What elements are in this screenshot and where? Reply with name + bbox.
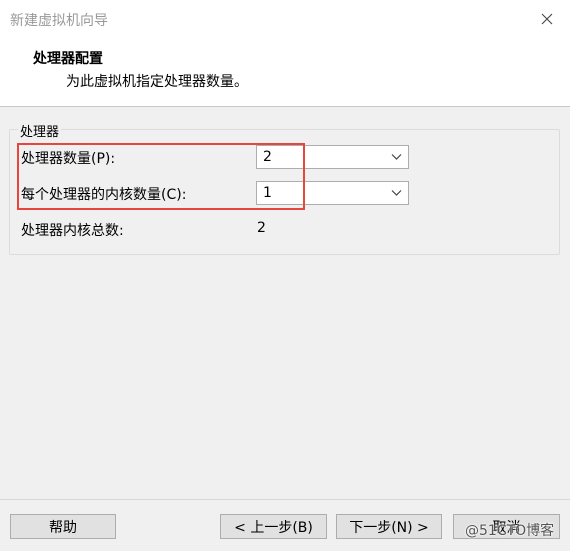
wizard-header: 处理器配置 为此虚拟机指定处理器数量。 xyxy=(0,38,570,107)
total-cores-value: 2 xyxy=(257,220,266,236)
watermark: @51CTO博客 xyxy=(465,523,555,539)
processor-count-label: 处理器数量(P): xyxy=(21,151,116,167)
title-bar: 新建虚拟机向导 xyxy=(0,0,570,38)
page-subtitle: 为此虚拟机指定处理器数量。 xyxy=(66,74,248,90)
total-cores-label: 处理器内核总数: xyxy=(21,223,124,239)
cores-per-processor-select[interactable]: 1 xyxy=(256,181,409,205)
back-button[interactable]: < 上一步(B) xyxy=(220,514,327,539)
processor-count-select[interactable]: 2 xyxy=(256,145,409,169)
close-button[interactable] xyxy=(524,0,570,38)
cores-per-processor-label: 每个处理器的内核数量(C): xyxy=(21,187,187,203)
help-button[interactable]: 帮助 xyxy=(10,514,116,539)
page-title: 处理器配置 xyxy=(33,51,103,67)
window-title: 新建虚拟机向导 xyxy=(10,13,108,29)
processor-group-label: 处理器 xyxy=(18,121,62,140)
close-icon xyxy=(541,13,553,25)
cores-per-processor-value: 1 xyxy=(263,185,272,201)
chevron-down-icon xyxy=(391,154,402,160)
processor-count-value: 2 xyxy=(263,149,272,165)
footer-divider xyxy=(0,499,570,500)
next-button[interactable]: 下一步(N) > xyxy=(336,514,442,539)
chevron-down-icon xyxy=(391,190,402,196)
